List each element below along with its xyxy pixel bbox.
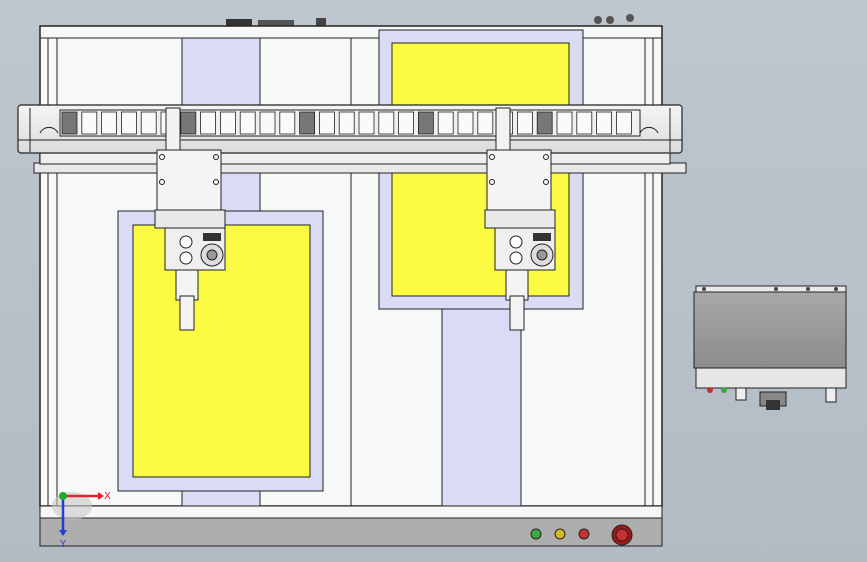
emergency-stop-button[interactable]	[611, 524, 633, 546]
top-connectors	[226, 14, 634, 26]
chain-link	[259, 111, 276, 135]
chain-link	[358, 111, 375, 135]
bottom-control-panel[interactable]	[39, 505, 663, 547]
chain-link	[457, 111, 474, 135]
chain-link	[556, 111, 573, 135]
chain-link	[477, 111, 494, 135]
chain-link	[219, 111, 236, 135]
chain-link	[299, 111, 316, 135]
chain-link	[338, 111, 355, 135]
chain-link	[81, 111, 98, 135]
chain-link	[536, 111, 553, 135]
chain-link	[398, 111, 415, 135]
chain-link	[121, 111, 137, 135]
chain-link	[279, 111, 296, 135]
green-light	[530, 528, 542, 540]
y-axis-label: Y	[59, 539, 67, 550]
chain-link	[200, 111, 217, 135]
chain-link	[378, 111, 395, 135]
chain-link	[437, 111, 454, 135]
chain-link	[596, 111, 612, 135]
chain-link	[616, 111, 632, 135]
chain-link	[239, 111, 256, 135]
chain-link	[517, 111, 533, 135]
cad-viewport[interactable]: X Y	[0, 0, 867, 562]
chain-link	[417, 111, 434, 135]
chain-link	[318, 111, 335, 135]
chain-link	[101, 111, 117, 135]
chain-link	[140, 111, 157, 135]
machine-drawing: X Y	[17, 14, 847, 550]
controller-box[interactable]	[693, 285, 847, 410]
cable-chain	[59, 109, 641, 137]
x-axis-label: X	[104, 491, 111, 502]
chain-link	[180, 111, 197, 135]
yellow-light	[554, 528, 566, 540]
chain-link	[576, 111, 593, 135]
red-light	[578, 528, 590, 540]
chain-link	[61, 111, 78, 135]
